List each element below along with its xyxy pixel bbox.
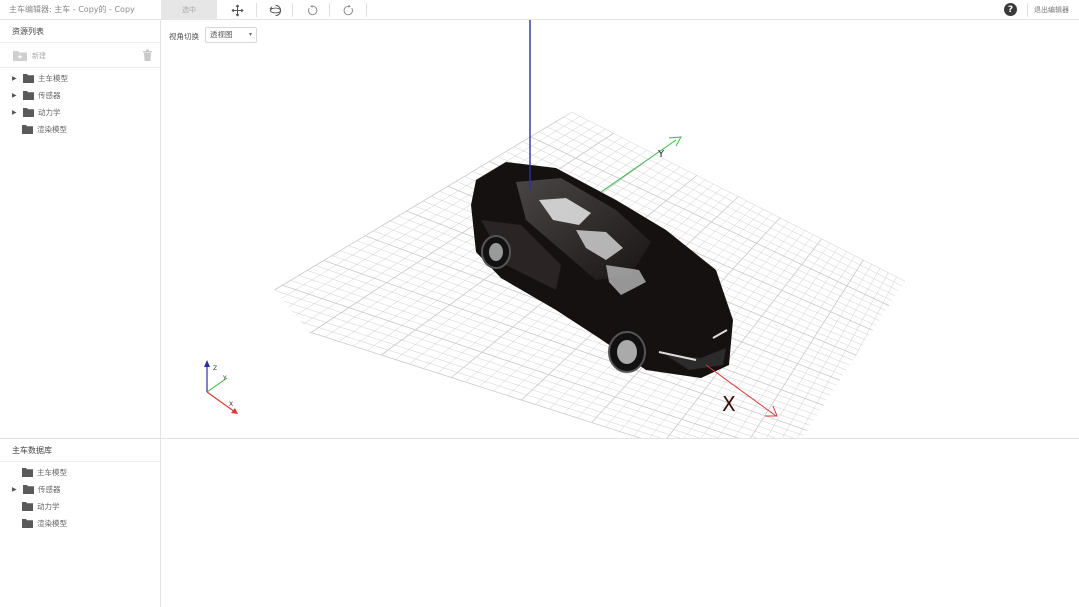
properties-area — [161, 438, 1079, 607]
tree-item-label: 主车模型 — [38, 74, 68, 83]
delete-icon[interactable] — [142, 49, 153, 61]
new-button[interactable]: 新建 — [32, 51, 46, 61]
folder-icon — [22, 125, 33, 134]
folder-icon — [23, 485, 34, 494]
exit-editor-button[interactable]: 退出编辑器 — [1034, 5, 1069, 15]
db-item-sensors[interactable]: ▶ 传感器 — [0, 481, 160, 498]
tree-item-dynamics[interactable]: ▶ 动力学 — [0, 104, 160, 121]
x-axis-label: X — [722, 392, 736, 416]
folder-icon — [22, 468, 33, 477]
vehicle-database-title: 主车数据库 — [0, 439, 160, 462]
tree-item-label: 动力学 — [38, 108, 61, 117]
folder-icon — [23, 108, 34, 117]
mini-y-label: Y — [222, 375, 227, 382]
db-item-render-model[interactable]: 渲染模型 — [0, 515, 160, 532]
folder-icon — [22, 519, 33, 528]
move-icon — [231, 4, 243, 16]
top-toolbar: 主车编辑器: 主车 - Copy的 - Copy 选中 ? 退出编辑器 — [0, 0, 1079, 20]
expand-caret-icon[interactable]: ▶ — [0, 486, 17, 493]
move-tool-button[interactable] — [218, 0, 256, 20]
car-model[interactable] — [471, 162, 733, 378]
redo-button[interactable] — [329, 0, 367, 20]
rotate-tool-button[interactable] — [256, 0, 294, 20]
resource-list-panel: 资源列表 新建 ▶ 主车模型 ▶ 传感器 ▶ 动力学 渲染模型 — [0, 20, 161, 438]
tree-item-sensors[interactable]: ▶ 传感器 — [0, 87, 160, 104]
select-tool-button[interactable]: 选中 — [161, 0, 217, 20]
editor-app: 主车编辑器: 主车 - Copy的 - Copy 选中 ? 退出编辑器 资源列表… — [0, 0, 1079, 607]
dropdown-arrow-icon: ▾ — [248, 31, 252, 38]
tree-item-label: 传感器 — [38, 485, 61, 494]
3d-viewport[interactable]: Y X Z Y X 视角切换 透视图 ▾ — [161, 20, 1079, 438]
mini-x-label: X — [229, 401, 233, 408]
mini-z-label: Z — [213, 365, 217, 372]
expand-caret-icon[interactable]: ▶ — [0, 92, 17, 99]
folder-icon — [23, 91, 34, 100]
resource-toolbar: 新建 — [0, 43, 160, 68]
rotate-icon — [268, 4, 281, 16]
resource-list-title: 资源列表 — [0, 20, 160, 43]
toolbar-divider — [1027, 3, 1028, 17]
y-axis-label: Y — [657, 149, 665, 160]
tree-item-label: 渲染模型 — [37, 125, 67, 134]
vehicle-database-tree: 主车模型 ▶ 传感器 动力学 渲染模型 — [0, 462, 160, 532]
tree-item-label: 渲染模型 — [37, 519, 67, 528]
tree-item-render-model[interactable]: 渲染模型 — [0, 121, 160, 138]
db-item-dynamics[interactable]: 动力学 — [0, 498, 160, 515]
tree-item-label: 传感器 — [38, 91, 61, 100]
help-icon: ? — [1007, 4, 1014, 15]
undo-icon — [307, 4, 317, 15]
folder-icon — [22, 502, 33, 511]
view-mode-select[interactable]: 透视图 ▾ — [205, 27, 257, 43]
window-title: 主车编辑器: 主车 - Copy的 - Copy — [9, 5, 135, 14]
new-folder-icon[interactable] — [13, 50, 27, 61]
y-axis-line — [600, 139, 677, 193]
vehicle-database-panel: 主车数据库 主车模型 ▶ 传感器 动力学 渲染模型 — [0, 438, 161, 607]
view-mode-value: 透视图 — [210, 30, 233, 39]
db-item-vehicle-model[interactable]: 主车模型 — [0, 464, 160, 481]
expand-caret-icon[interactable]: ▶ — [0, 75, 17, 82]
toolbar-divider — [366, 3, 367, 17]
orientation-indicator: Z Y X — [204, 360, 238, 414]
resource-tree: ▶ 主车模型 ▶ 传感器 ▶ 动力学 渲染模型 — [0, 68, 160, 138]
tree-item-vehicle-model[interactable]: ▶ 主车模型 — [0, 70, 160, 87]
folder-icon — [23, 74, 34, 83]
tree-item-label: 主车模型 — [37, 468, 67, 477]
select-tool-label: 选中 — [182, 6, 196, 14]
grid-line — [787, 276, 897, 438]
tree-item-label: 动力学 — [37, 502, 60, 511]
redo-icon — [343, 4, 353, 15]
view-switch-label: 视角切换 — [169, 32, 199, 41]
help-button[interactable]: ? — [1004, 3, 1017, 16]
undo-button[interactable] — [293, 0, 331, 20]
expand-caret-icon[interactable]: ▶ — [0, 109, 17, 116]
scene-canvas[interactable]: Y X Z Y X — [161, 20, 1079, 438]
